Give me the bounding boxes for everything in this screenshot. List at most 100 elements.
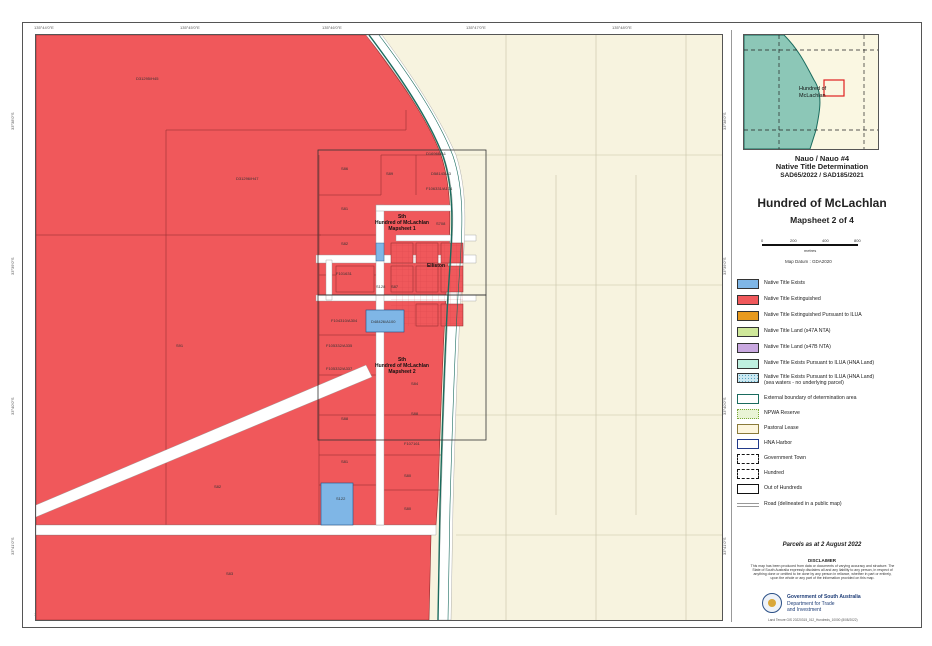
inset-label-line2: McLachlan <box>799 93 826 99</box>
legend-item: Road (delineated in a public map) <box>737 499 912 513</box>
road-east-west-south <box>36 524 437 536</box>
mapsheet-1-label-line3: Mapsheet 1 <box>388 226 415 232</box>
svg-text:S89: S89 <box>386 171 394 176</box>
legend-label: NPWA Reserve <box>764 410 800 416</box>
legend-swatch <box>737 311 759 321</box>
inset-map[interactable]: Hundred of McLachlan <box>743 34 879 150</box>
legend-label: Native Title Exists Pursuant to ILUA (HN… <box>764 360 875 366</box>
crest-icon <box>768 599 776 607</box>
svg-text:S82: S82 <box>341 241 349 246</box>
coord-top-3: 135°46'0"E <box>322 25 342 30</box>
svg-text:D16966/A1: D16966/A1 <box>426 151 447 156</box>
svg-text:S87: S87 <box>391 284 399 289</box>
scale-tick-3: 800 <box>854 238 861 243</box>
svg-text:D31295/H45: D31295/H45 <box>136 76 159 81</box>
svg-text:S81: S81 <box>341 459 349 464</box>
svg-text:D58143/A3: D58143/A3 <box>431 171 452 176</box>
svg-text:F106331/A104: F106331/A104 <box>426 186 453 191</box>
legend-swatch <box>737 327 759 337</box>
scale-tick-2: 400 <box>822 238 829 243</box>
government-line1: Government of South Australia <box>787 594 861 600</box>
legend-item: Out of Hundreds <box>737 483 912 497</box>
scale-unit: metres <box>804 248 817 253</box>
legend-swatch <box>737 409 759 419</box>
determination-title: Nauo / Nauo #4 Native Title Determinatio… <box>731 155 913 180</box>
legend-item: Pastoral Lease <box>737 423 912 437</box>
town-label: Elliston <box>427 263 445 269</box>
svg-text:F107161: F107161 <box>404 441 421 446</box>
parcels-as-at: Parcels as at 2 August 2022 <box>782 542 862 548</box>
svg-text:S88: S88 <box>341 416 349 421</box>
legend-label: Hundred <box>764 470 784 476</box>
disclaimer-heading: DISCLAIMER <box>808 558 836 563</box>
legend-label: Government Town <box>764 455 806 461</box>
scale-tick-0: 0 <box>761 238 764 243</box>
disclaimer-text: This map has been produced from data or … <box>750 564 895 580</box>
svg-text:S91: S91 <box>176 343 184 348</box>
legend-item: Native Title Land (s47A NTA) <box>737 326 912 340</box>
legend-swatch <box>737 439 759 449</box>
legend-item: Native Title Exists Pursuant to ILUA (HN… <box>737 372 912 386</box>
determination-line2: Native Title Determination <box>775 162 869 171</box>
svg-text:S88: S88 <box>411 411 419 416</box>
svg-text:F101631: F101631 <box>336 271 353 276</box>
legend-item: Native Title Extinguished <box>737 294 912 308</box>
legend-item: Government Town <box>737 453 912 467</box>
legend-label: Native Title Extinguished Pursuant to IL… <box>764 312 862 318</box>
scale-bar: 0 200 400 800 metres <box>761 238 862 258</box>
legend-swatch <box>737 295 759 305</box>
mapsheet-2-label-line3: Mapsheet 2 <box>388 369 415 375</box>
legend-item: External boundary of determination area <box>737 393 912 407</box>
svg-text:F105332/A335: F105332/A335 <box>326 343 353 348</box>
footer-reference: Land Tenure GIS 20220315_012_Hundreds_10… <box>768 618 858 622</box>
legend-item: NPWA Reserve <box>737 408 912 422</box>
svg-text:F105332/A337: F105332/A337 <box>326 366 353 371</box>
legend-label: Pastoral Lease <box>764 425 799 431</box>
legend-swatch <box>737 394 759 404</box>
legend-label: Road (delineated in a public map) <box>764 501 842 507</box>
legend-swatch <box>737 343 759 353</box>
svg-text:F104310/A304: F104310/A304 <box>331 318 358 323</box>
legend-swatch <box>737 359 759 369</box>
mapsheet-title: Mapsheet 2 of 4 <box>790 215 854 225</box>
coord-left-2: 33°39'0"S <box>10 257 15 275</box>
legend-label: HNA Harbor <box>764 440 792 446</box>
legend-label: Native Title Land (s47A NTA) <box>764 328 831 334</box>
legend-label: Native Title Extinguished <box>764 296 821 302</box>
legend-label: Native Title Land (s47B NTA) <box>764 344 831 350</box>
case-numbers: SAD65/2022 / SAD185/2021 <box>780 172 864 179</box>
legend-swatch <box>737 469 759 479</box>
legend-swatch <box>737 279 759 289</box>
svg-text:S80: S80 <box>404 506 412 511</box>
svg-text:S80: S80 <box>404 473 412 478</box>
inset-svg: Hundred of McLachlan <box>744 35 878 149</box>
coord-left-4: 33°41'0"S <box>10 537 15 555</box>
coord-top-1: 135°44'0"E <box>34 25 54 30</box>
svg-text:S83: S83 <box>226 571 234 576</box>
svg-text:S81: S81 <box>341 206 349 211</box>
legend-item: HNA Harbor <box>737 438 912 452</box>
map-frame[interactable]: D31295/H45 D31296/H47 S86 S89 D16966/A1 D5… <box>35 34 723 621</box>
legend-swatch <box>737 503 759 507</box>
svg-text:S708: S708 <box>436 221 446 226</box>
svg-text:S122: S122 <box>336 496 346 501</box>
svg-text:S84: S84 <box>411 381 419 386</box>
svg-text:D31296/H47: D31296/H47 <box>236 176 259 181</box>
legend-item: Native Title Exists Pursuant to ILUA (HN… <box>737 358 912 372</box>
legend-swatch <box>737 454 759 464</box>
native-title-exists-parcel-south <box>320 482 354 526</box>
legend-swatch <box>737 373 759 383</box>
legend-swatch <box>737 484 759 494</box>
map-canvas: D31295/H45 D31296/H47 S86 S89 D16966/A1 D5… <box>36 35 722 620</box>
svg-text:D48426/A100: D48426/A100 <box>371 319 396 324</box>
coord-top-5: 135°48'0"E <box>612 25 632 30</box>
legend-item: Native Title Extinguished Pursuant to IL… <box>737 310 912 324</box>
legend-label-secondary: (sea waters - no underlying parcel) <box>764 380 844 386</box>
legend-label: Native Title Exists <box>764 280 805 286</box>
coord-left-1: 33°38'0"S <box>10 112 15 130</box>
hundred-title: Hundred of McLachlan <box>757 196 887 210</box>
map-datum: Map Datum : GDA2020 <box>785 259 832 264</box>
svg-text:S86: S86 <box>341 166 349 171</box>
legend-label: Out of Hundreds <box>764 485 803 491</box>
scale-tick-1: 200 <box>790 238 797 243</box>
